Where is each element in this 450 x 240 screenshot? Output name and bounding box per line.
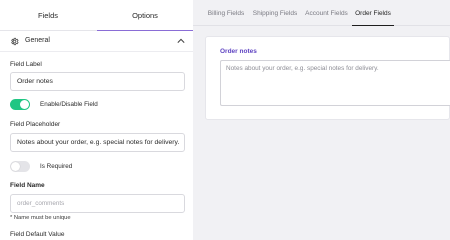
preview-field-label: Order notes bbox=[220, 48, 257, 55]
field-placeholder-label: Field Placeholder bbox=[10, 121, 61, 128]
tab-shipping-fields[interactable]: Shipping Fields bbox=[252, 0, 298, 26]
enable-field-toggle[interactable] bbox=[10, 99, 30, 110]
field-name-label: Field Name bbox=[10, 182, 45, 189]
chevron-up-icon[interactable] bbox=[177, 38, 185, 44]
general-section-header[interactable]: General bbox=[0, 31, 193, 52]
field-label-label: Field Label bbox=[10, 61, 42, 68]
field-options-panel: Fields Options General Field Label Order… bbox=[0, 0, 193, 240]
field-name-note: * Name must be unique bbox=[10, 215, 71, 221]
field-name-input[interactable]: order_comments bbox=[10, 194, 185, 213]
panel-tabs: Fields Options bbox=[0, 0, 193, 31]
tab-options[interactable]: Options bbox=[97, 0, 193, 31]
preview-order-notes-textarea[interactable]: Notes about your order, e.g. special not… bbox=[220, 60, 450, 106]
tab-account-fields[interactable]: Account Fields bbox=[304, 0, 349, 26]
enable-field-label: Enable/Disable Field bbox=[40, 101, 98, 108]
field-placeholder-input[interactable]: Notes about your order, e.g. special not… bbox=[10, 133, 185, 152]
required-label: Is Required bbox=[40, 163, 73, 170]
tab-order-fields[interactable]: Order Fields bbox=[352, 0, 394, 26]
gear-icon bbox=[11, 37, 19, 46]
field-label-input[interactable]: Order notes bbox=[10, 72, 185, 91]
default-value-label: Field Default Value bbox=[10, 231, 65, 238]
tab-billing-fields[interactable]: Billing Fields bbox=[205, 0, 247, 26]
section-title: General bbox=[25, 37, 50, 44]
required-toggle[interactable] bbox=[10, 161, 30, 172]
field-group-tabs: Billing Fields Shipping Fields Account F… bbox=[193, 0, 450, 26]
field-preview-card: Order notes Notes about your order, e.g.… bbox=[205, 36, 450, 120]
tab-fields[interactable]: Fields bbox=[0, 0, 96, 31]
